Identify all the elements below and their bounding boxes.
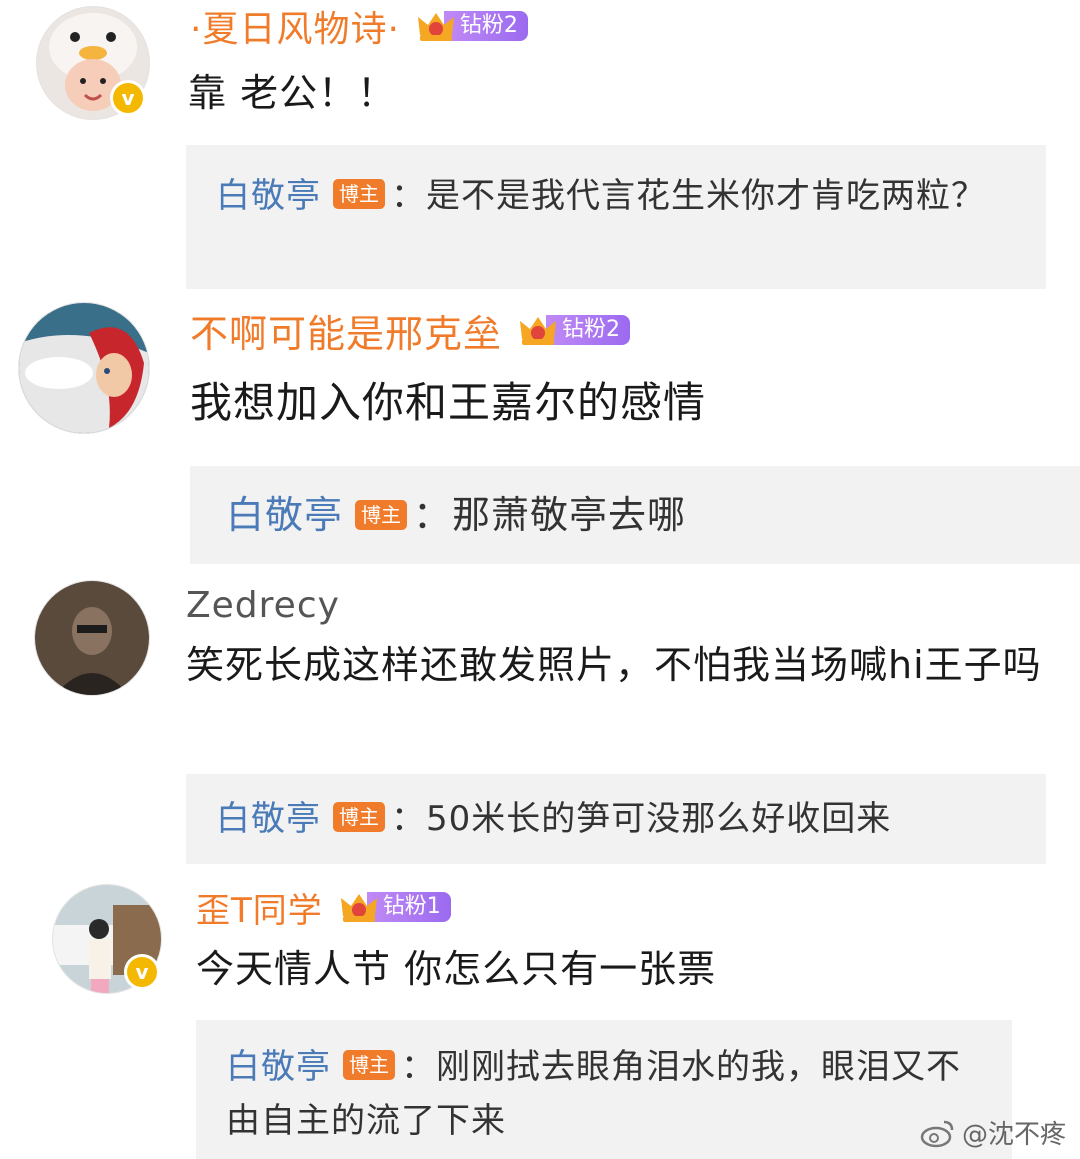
comment-content: 我想加入你和王嘉尔的感情: [190, 378, 707, 427]
crown-icon: [417, 13, 454, 41]
comment-content: 靠 老公！！: [188, 71, 397, 115]
verified-icon: v: [124, 954, 160, 990]
username[interactable]: ·夏日风物诗·: [190, 0, 400, 52]
reply-text: 白敬亭 博主 ：50米长的笋可没那么好收回来: [216, 792, 1016, 846]
host-badge: 博主: [333, 179, 385, 209]
crown-icon: [520, 317, 557, 345]
reply-text: 白敬亭 博主 ：那萧敬亭去哪: [226, 488, 1066, 542]
reply-content: ：50米长的笋可没那么好收回来: [391, 799, 892, 839]
comment-content: 笑死长成这样还敢发照片，不怕我当场喊hi王子吗: [186, 643, 1042, 687]
avatar[interactable]: [18, 302, 150, 434]
reply-content: ：那萧敬亭去哪: [413, 493, 687, 537]
fan-badge-label: 钻粉2: [443, 11, 528, 41]
reply-text: 白敬亭 博主 ：是不是我代言花生米你才肯吃两粒？: [216, 169, 1016, 223]
fan-badge[interactable]: 钻粉1: [339, 890, 451, 924]
avatar[interactable]: [34, 580, 150, 696]
reply-box[interactable]: 白敬亭 博主 ：那萧敬亭去哪: [190, 466, 1080, 564]
fan-badge-label: 钻粉1: [366, 892, 451, 922]
cartoon-avatar-image: [19, 303, 149, 433]
reply-box[interactable]: 白敬亭 博主 ：50米长的笋可没那么好收回来: [186, 774, 1046, 864]
reply-username[interactable]: 白敬亭: [216, 176, 321, 216]
watermark-text: @沈不疼: [961, 1120, 1066, 1150]
reply-box[interactable]: 白敬亭 博主 ：刚刚拭去眼角泪水的我，眼泪又不由自主的流了下来: [196, 1020, 1012, 1159]
photo-avatar-image: [35, 581, 149, 695]
reply-username[interactable]: 白敬亭: [216, 799, 321, 839]
verified-icon: v: [110, 80, 146, 116]
fan-badge[interactable]: 钻粉2: [416, 9, 528, 43]
reply-content: ：是不是我代言花生米你才肯吃两粒？: [391, 176, 986, 216]
watermark: @沈不疼: [920, 1114, 1066, 1151]
username[interactable]: 不啊可能是邢克垒: [190, 303, 502, 358]
comment-content: 今天情人节 你怎么只有一张票: [196, 947, 717, 991]
crown-icon: [340, 894, 377, 922]
reply-text: 白敬亭 博主 ：刚刚拭去眼角泪水的我，眼泪又不由自主的流了下来: [226, 1040, 986, 1148]
reply-content: ：刚刚拭去眼角泪水的我，眼泪又不由自主的流了下来: [226, 1047, 961, 1141]
username[interactable]: Zedrecy: [186, 585, 340, 626]
host-badge: 博主: [355, 500, 408, 530]
reply-username[interactable]: 白敬亭: [226, 1047, 331, 1087]
fan-badge[interactable]: 钻粉2: [518, 313, 631, 347]
username[interactable]: 歪T同学: [196, 883, 323, 932]
reply-username[interactable]: 白敬亭: [226, 493, 343, 537]
weibo-logo-icon: [920, 1120, 954, 1147]
host-badge: 博主: [333, 802, 385, 832]
reply-box[interactable]: 白敬亭 博主 ：是不是我代言花生米你才肯吃两粒？: [186, 145, 1046, 289]
fan-badge-label: 钻粉2: [546, 315, 631, 345]
host-badge: 博主: [343, 1050, 395, 1080]
